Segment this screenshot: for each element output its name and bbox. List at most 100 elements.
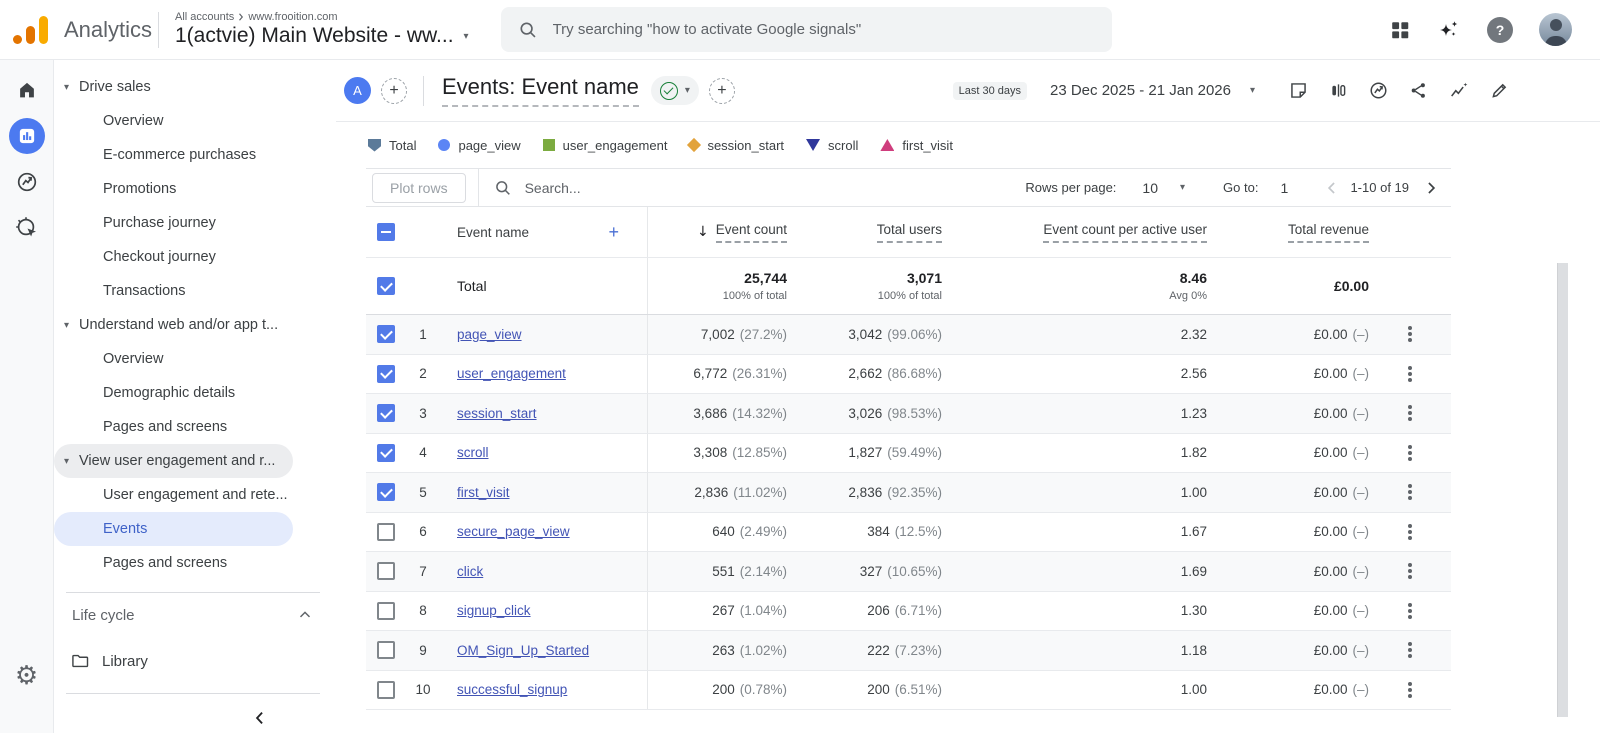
add-tab-button[interactable]: + — [708, 77, 735, 104]
help-icon[interactable]: ? — [1487, 16, 1513, 43]
rail-explore-button[interactable] — [9, 164, 45, 200]
rail-home-button[interactable] — [9, 72, 45, 108]
column-header-event-count-per-active-user[interactable]: Event count per active user — [1043, 222, 1207, 243]
row-checkbox[interactable] — [377, 601, 395, 620]
property-selector[interactable]: All accounts www.frooition.com 1(actvie)… — [167, 11, 469, 48]
rail-settings-button[interactable]: ⚙ — [15, 661, 38, 691]
expand-arrow-icon[interactable]: ▾ — [54, 456, 79, 467]
row-menu-kebab-icon[interactable] — [1408, 529, 1412, 534]
rail-reports-button[interactable] — [8, 118, 45, 154]
goto-page-input[interactable] — [1280, 179, 1311, 196]
sidebar-item-user-engagement-and-rete[interactable]: User engagement and rete... — [54, 478, 293, 512]
table-search-input[interactable] — [524, 179, 705, 196]
sidebar-item-events[interactable]: Events — [54, 512, 293, 546]
sidebar-item-library[interactable]: Library — [54, 641, 336, 681]
expand-arrow-icon[interactable]: ▾ — [54, 82, 79, 93]
sidebar-item-e-commerce-purchases[interactable]: E-commerce purchases — [54, 138, 293, 172]
report-status-badge[interactable]: ▾ — [650, 76, 699, 105]
library-label: Library — [102, 652, 148, 670]
select-all-checkbox[interactable] — [377, 223, 395, 241]
row-checkbox[interactable] — [377, 364, 395, 383]
event-name-link[interactable]: signup_click — [457, 603, 531, 618]
row-menu-kebab-icon[interactable] — [1408, 648, 1412, 653]
sidebar-item-drive-sales[interactable]: ▾ Drive sales — [54, 70, 293, 104]
date-range-selector[interactable]: 23 Dec 2025 - 21 Jan 2026 — [1050, 82, 1231, 99]
sidebar-item-purchase-journey[interactable]: Purchase journey — [54, 206, 293, 240]
edit-icon[interactable] — [1489, 80, 1510, 101]
add-dimension-button[interactable]: + — [608, 222, 619, 243]
event-name-link[interactable]: secure_page_view — [457, 524, 570, 539]
event-name-link[interactable]: scroll — [457, 445, 489, 460]
row-menu-kebab-icon[interactable] — [1408, 371, 1412, 376]
row-menu-kebab-icon[interactable] — [1408, 490, 1412, 495]
row-menu-kebab-icon[interactable] — [1408, 608, 1412, 613]
rows-per-page-select[interactable]: 10 — [1142, 180, 1158, 196]
report-header: A + Events: Event name ▾ + Last 30 days … — [336, 60, 1600, 122]
column-header-event-count[interactable]: Event count — [715, 222, 787, 243]
apps-grid-icon[interactable] — [1389, 19, 1411, 41]
event-name-link[interactable]: page_view — [457, 327, 522, 342]
event-name-link[interactable]: click — [457, 564, 483, 579]
rail-advertising-button[interactable] — [9, 210, 45, 246]
event-name-link[interactable]: successful_signup — [457, 682, 567, 697]
global-search-input[interactable] — [552, 21, 1096, 38]
next-page-button[interactable] — [1421, 178, 1441, 198]
row-checkbox[interactable] — [377, 404, 395, 423]
row-menu-kebab-icon[interactable] — [1408, 687, 1412, 692]
chevron-down-icon[interactable]: ▾ — [1180, 182, 1185, 193]
explore-icon[interactable] — [1368, 80, 1389, 101]
sidebar-item-pages-and-screens[interactable]: Pages and screens — [54, 410, 293, 444]
global-search[interactable] — [500, 7, 1112, 52]
row-menu-kebab-icon[interactable] — [1408, 411, 1412, 416]
event-name-link[interactable]: session_start — [457, 406, 537, 421]
collapse-sidebar-icon[interactable] — [250, 708, 270, 728]
comparison-icon[interactable] — [1328, 80, 1349, 101]
sidebar-item-pages-and-screens[interactable]: Pages and screens — [54, 546, 293, 580]
row-checkbox[interactable] — [377, 522, 395, 541]
user-avatar[interactable] — [1539, 13, 1572, 46]
sidebar-item-label: Overview — [103, 113, 164, 129]
share-icon[interactable] — [1408, 80, 1429, 101]
sidebar-item-transactions[interactable]: Transactions — [54, 274, 293, 308]
sidebar-item-overview[interactable]: Overview — [54, 342, 293, 376]
column-header-event-name[interactable]: Event name — [457, 225, 529, 240]
sidebar-item-checkout-journey[interactable]: Checkout journey — [54, 240, 293, 274]
insights-icon[interactable] — [1448, 80, 1470, 102]
sidebar-item-demographic-details[interactable]: Demographic details — [54, 376, 293, 410]
total-row-checkbox[interactable] — [377, 277, 395, 295]
plot-rows-button[interactable]: Plot rows — [372, 172, 466, 203]
sidebar-item-overview[interactable]: Overview — [54, 104, 293, 138]
add-note-icon[interactable] — [1288, 80, 1309, 101]
expand-arrow-icon[interactable]: ▾ — [54, 320, 79, 331]
row-checkbox[interactable] — [377, 483, 395, 502]
property-name[interactable]: 1(actvie) Main Website - ww... — [175, 24, 454, 48]
chevron-up-icon[interactable] — [296, 606, 314, 624]
event-name-link[interactable]: first_visit — [457, 485, 510, 500]
collection-life-cycle[interactable]: Life cycle — [54, 593, 336, 637]
breadcrumb-site[interactable]: www.frooition.com — [248, 11, 337, 23]
vertical-scrollbar[interactable] — [1557, 263, 1568, 717]
event-name-link[interactable]: user_engagement — [457, 366, 566, 381]
chevron-down-icon[interactable]: ▾ — [1250, 85, 1255, 96]
breadcrumb-all-accounts[interactable]: All accounts — [175, 11, 234, 23]
row-menu-kebab-icon[interactable] — [1408, 569, 1412, 574]
row-checkbox[interactable] — [377, 680, 395, 699]
event-name-link[interactable]: OM_Sign_Up_Started — [457, 643, 589, 658]
sidebar-item-understand-web-and-or-app-t[interactable]: ▾ Understand web and/or app t... — [54, 308, 293, 342]
column-header-total-users[interactable]: Total users — [876, 222, 942, 243]
row-checkbox[interactable] — [377, 562, 395, 581]
previous-page-button[interactable] — [1322, 178, 1342, 198]
sidebar-item-promotions[interactable]: Promotions — [54, 172, 293, 206]
row-checkbox[interactable] — [377, 325, 395, 344]
row-checkbox[interactable] — [377, 641, 395, 660]
table-search[interactable] — [477, 169, 748, 206]
chevron-down-icon[interactable]: ▾ — [464, 31, 469, 42]
row-checkbox[interactable] — [377, 443, 395, 462]
gemini-sparkle-icon[interactable] — [1437, 18, 1461, 42]
all-users-segment-chip[interactable]: A — [344, 77, 371, 104]
row-menu-kebab-icon[interactable] — [1408, 332, 1412, 337]
add-comparison-button[interactable]: + — [381, 77, 407, 104]
column-header-total-revenue[interactable]: Total revenue — [1287, 222, 1369, 243]
sidebar-item-view-user-engagement-and-r[interactable]: ▾ View user engagement and r... — [54, 444, 293, 478]
row-menu-kebab-icon[interactable] — [1408, 450, 1412, 455]
